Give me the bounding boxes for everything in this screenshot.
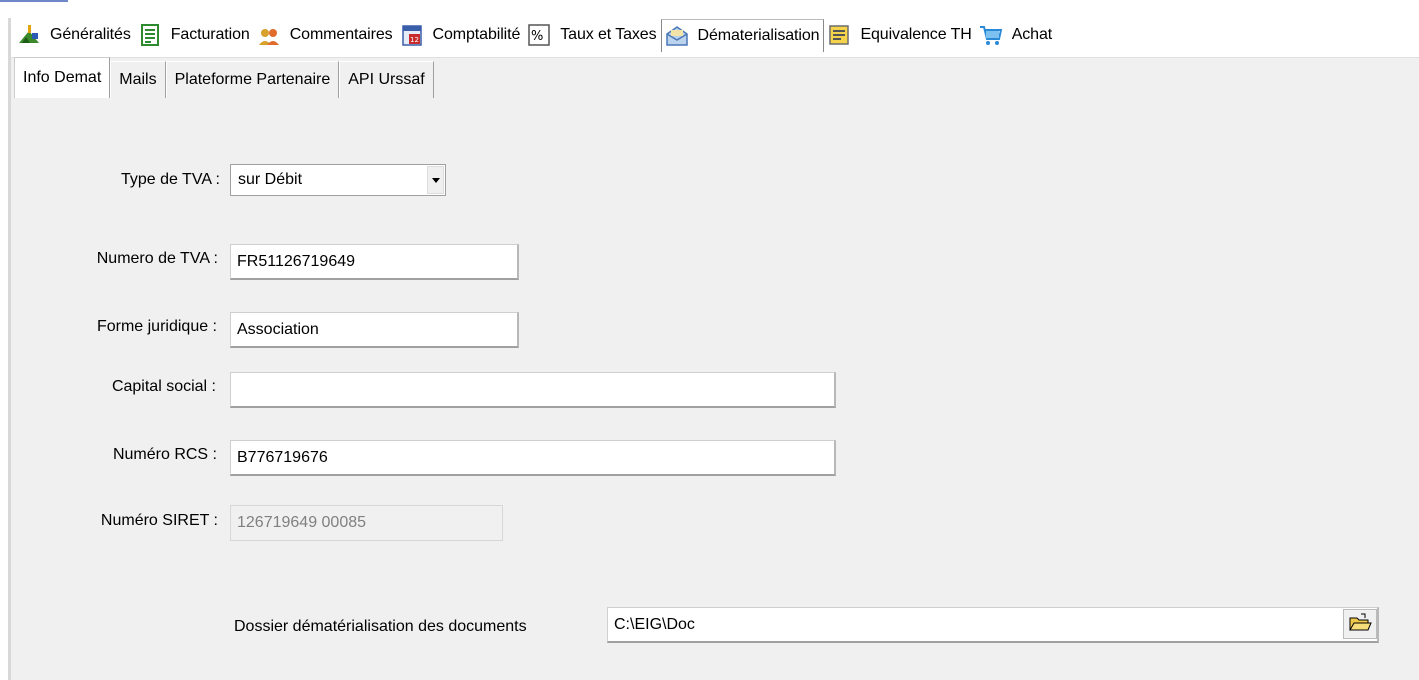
siret-label: Numéro SIRET :	[100, 512, 218, 529]
tab-comptabilite[interactable]: 12 Comptabilité	[397, 19, 525, 51]
envelope-icon	[665, 24, 689, 48]
tab-taux-et-taxes[interactable]: % Taux et Taxes	[524, 19, 660, 51]
tab-facturation[interactable]: Facturation	[135, 19, 254, 51]
rcs-input[interactable]: B776719676	[230, 440, 836, 476]
tab-equivalence-th[interactable]: Equivalence TH	[824, 19, 975, 51]
capital-label: Capital social :	[111, 378, 216, 395]
main-tab-strip: Généralités Facturation Commentaires 12 …	[14, 18, 1056, 52]
folder-open-icon	[1349, 613, 1372, 631]
svg-text:%: %	[531, 29, 543, 44]
tva-number-label: Numero de TVA :	[96, 250, 218, 267]
tab-dematerialisation[interactable]: Dématerialisation	[660, 18, 825, 52]
invoice-icon	[138, 23, 162, 47]
subtab-api-urssaf[interactable]: API Urssaf	[339, 61, 434, 98]
legal-form-input[interactable]: Association	[230, 312, 519, 348]
siret-input[interactable]: 126719649 00085	[230, 505, 503, 541]
folder-label: Dossier dématérialisation des documents	[234, 618, 527, 635]
tab-achat[interactable]: Achat	[976, 19, 1056, 51]
chevron-down-icon[interactable]	[427, 166, 444, 194]
tab-commentaires[interactable]: Commentaires	[254, 19, 397, 51]
window-top-accent	[0, 0, 68, 2]
calendar-icon: 12	[400, 23, 424, 47]
tva-type-label: Type de TVA :	[120, 171, 220, 188]
tab-generalites[interactable]: Généralités	[14, 19, 135, 51]
rcs-label: Numéro RCS :	[112, 446, 217, 463]
subtab-info-demat[interactable]: Info Demat	[14, 57, 111, 98]
subtab-mails[interactable]: Mails	[110, 61, 166, 98]
subtab-plateforme-partenaire[interactable]: Plateforme Partenaire	[165, 61, 340, 98]
folder-path-input[interactable]: C:\EIG\Doc	[607, 607, 1379, 643]
capital-input[interactable]	[230, 372, 836, 408]
notepad-icon	[827, 23, 851, 47]
people-icon	[257, 23, 281, 47]
browse-folder-button[interactable]	[1343, 609, 1377, 639]
cart-icon	[979, 23, 1003, 47]
percent-icon: %	[527, 23, 551, 47]
sub-tab-strip: Info Demat Mails Plateforme Partenaire A…	[14, 57, 434, 99]
tva-number-input[interactable]: FR51126719649	[230, 244, 519, 280]
legal-form-label: Forme juridique :	[96, 318, 217, 335]
tva-type-select[interactable]: sur Débit	[230, 164, 446, 196]
generalites-icon	[17, 23, 41, 47]
svg-text:12: 12	[410, 36, 419, 44]
